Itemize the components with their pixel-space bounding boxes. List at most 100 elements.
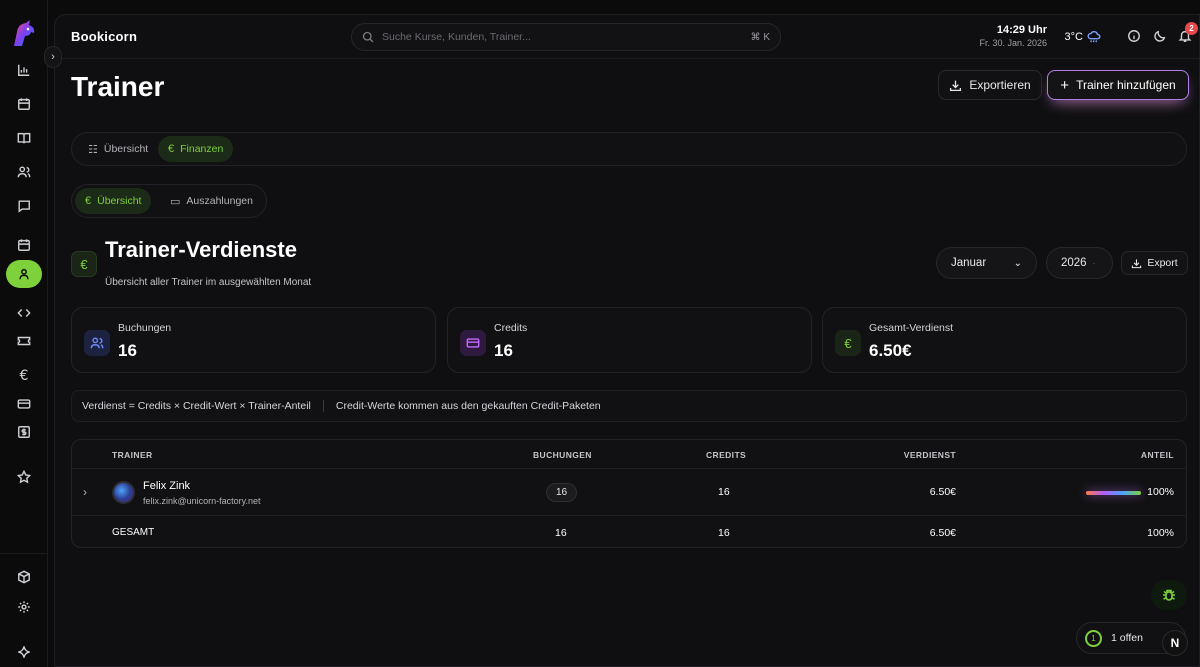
- stat-label: Credits: [494, 322, 528, 334]
- column-header-share: ANTEIL: [1140, 450, 1174, 460]
- trainer-email: felix.zink@unicorn-factory.net: [143, 496, 261, 506]
- bookings-badge: 16: [546, 483, 577, 502]
- sidebar-item-customers[interactable]: [6, 158, 42, 186]
- credit-values-note: Credit-Werte kommen aus den gekauften Cr…: [335, 400, 601, 412]
- credits-cell: 16: [718, 486, 730, 498]
- sidebar-item-finances[interactable]: €: [6, 362, 42, 390]
- sidebar-item-analytics[interactable]: [6, 56, 42, 84]
- clock-time: 14:29 Uhr: [996, 24, 1047, 36]
- sidebar-item-pricing[interactable]: [6, 418, 42, 446]
- sidebar-item-calendar[interactable]: [6, 90, 42, 118]
- open-tasks-label: 1 offen: [1111, 632, 1143, 644]
- sidebar-item-favorites[interactable]: [6, 463, 42, 491]
- column-header-trainer: TRAINER: [112, 450, 153, 460]
- stat-value: 6.50€: [869, 341, 912, 360]
- notification-badge: 2: [1185, 22, 1198, 35]
- main-tabs: ☷ Übersicht € Finanzen: [71, 132, 1187, 166]
- share-progress-fill: [1086, 491, 1141, 495]
- card-icon: [460, 330, 486, 356]
- users-icon: [17, 166, 31, 178]
- notifications-button[interactable]: 2: [1178, 22, 1198, 43]
- cloud-rain-icon: [1087, 31, 1101, 43]
- search-input[interactable]: Suche Kurse, Kunden, Trainer... ⌘ K: [351, 23, 781, 51]
- sidebar-item-trainer[interactable]: [6, 260, 42, 288]
- book-icon: [17, 132, 31, 144]
- code-icon: [17, 309, 31, 317]
- euro-icon: €: [71, 251, 97, 277]
- message-icon: [18, 200, 30, 213]
- sidebar-item-settings[interactable]: [6, 593, 42, 621]
- export-button-label: Exportieren: [969, 78, 1031, 92]
- chevron-icon: ·: [1092, 258, 1096, 268]
- brand-name[interactable]: Bookicorn: [71, 29, 137, 44]
- tab-finances[interactable]: € Finanzen: [158, 136, 234, 162]
- sidebar-item-schedule[interactable]: [6, 231, 42, 259]
- bug-icon: [1163, 589, 1175, 601]
- sidebar-divider: [0, 553, 48, 554]
- table-total-row: GESAMT 16 16 6.50€ 100%: [72, 517, 1186, 547]
- ticket-icon: [17, 336, 31, 346]
- sidebar-item-payments[interactable]: [6, 390, 42, 418]
- export-button[interactable]: Exportieren: [938, 70, 1042, 100]
- sidebar: €: [0, 0, 48, 667]
- download-icon: [1132, 258, 1142, 268]
- box-icon: [18, 570, 30, 584]
- euro-icon: €: [19, 368, 29, 384]
- sidebar-item-tickets[interactable]: [6, 327, 42, 355]
- chevron-right-icon: ›: [51, 51, 55, 63]
- info-icon: [1128, 30, 1140, 42]
- earnings-formula: Verdienst = Credits × Credit-Wert × Trai…: [82, 400, 311, 412]
- info-button[interactable]: [1127, 29, 1141, 43]
- tab-finances-label: Finanzen: [180, 143, 224, 155]
- year-select[interactable]: 2026 ·: [1046, 247, 1113, 279]
- unicorn-logo-icon[interactable]: [8, 18, 40, 50]
- sidebar-item-messages[interactable]: [6, 192, 42, 220]
- divider: [322, 400, 324, 412]
- dollar-icon: [18, 426, 30, 438]
- search-icon: [362, 31, 374, 43]
- calendar-2-icon: [18, 239, 30, 251]
- share-cell: 100%: [1147, 486, 1174, 498]
- weather-temperature: 3°C: [1064, 31, 1083, 43]
- total-earnings: 6.50€: [929, 527, 956, 539]
- sidebar-collapse-button[interactable]: ›: [44, 46, 62, 68]
- info-bar: Verdienst = Credits × Credit-Wert × Trai…: [71, 390, 1187, 422]
- list-icon: ☷: [88, 143, 98, 156]
- year-select-value: 2026: [1061, 257, 1087, 269]
- bug-report-button[interactable]: [1151, 580, 1187, 610]
- subtab-overview[interactable]: € Übersicht: [75, 188, 152, 214]
- month-select[interactable]: Januar ⌄: [936, 247, 1037, 279]
- theme-toggle-button[interactable]: [1153, 29, 1167, 43]
- sidebar-item-courses[interactable]: [6, 124, 42, 152]
- avatar: [112, 481, 135, 504]
- n-logo-button[interactable]: N: [1162, 630, 1188, 656]
- sidebar-item-modules[interactable]: [6, 563, 42, 591]
- subtab-payouts[interactable]: ▭ Auszahlungen: [160, 188, 263, 214]
- total-credits: 16: [718, 527, 730, 539]
- section-title: Trainer-Verdienste: [105, 237, 297, 262]
- chevron-down-icon: ⌄: [1013, 257, 1022, 269]
- sub-tabs: € Übersicht ▭ Auszahlungen: [71, 184, 267, 218]
- sidebar-item-ai[interactable]: [6, 638, 42, 666]
- share-progress-bar: [1086, 491, 1141, 495]
- sidebar-item-developer[interactable]: [6, 299, 42, 327]
- calendar-icon: [18, 98, 30, 110]
- chevron-right-icon[interactable]: ›: [83, 485, 87, 499]
- euro-icon: €: [835, 330, 861, 356]
- total-bookings: 16: [555, 527, 567, 539]
- section-subtitle: Übersicht aller Trainer im ausgewählten …: [105, 277, 312, 288]
- column-header-earnings: VERDIENST: [903, 450, 956, 460]
- earnings-cell: 6.50€: [929, 486, 956, 498]
- add-trainer-button[interactable]: + Trainer hinzufügen: [1047, 70, 1189, 100]
- search-shortcut: ⌘ K: [750, 31, 770, 43]
- download-icon: [950, 80, 962, 91]
- chart-icon: [18, 64, 30, 76]
- user-icon: [19, 268, 29, 280]
- users-icon: [84, 330, 110, 356]
- sparkle-icon: [18, 646, 30, 658]
- column-header-bookings: BUCHUNGEN: [533, 450, 592, 460]
- tab-overview[interactable]: ☷ Übersicht: [78, 136, 158, 162]
- export-earnings-button[interactable]: Export: [1121, 251, 1188, 275]
- stat-label: Gesamt-Verdienst: [869, 322, 954, 334]
- table-row[interactable]: › Felix Zink felix.zink@unicorn-factory.…: [72, 468, 1186, 516]
